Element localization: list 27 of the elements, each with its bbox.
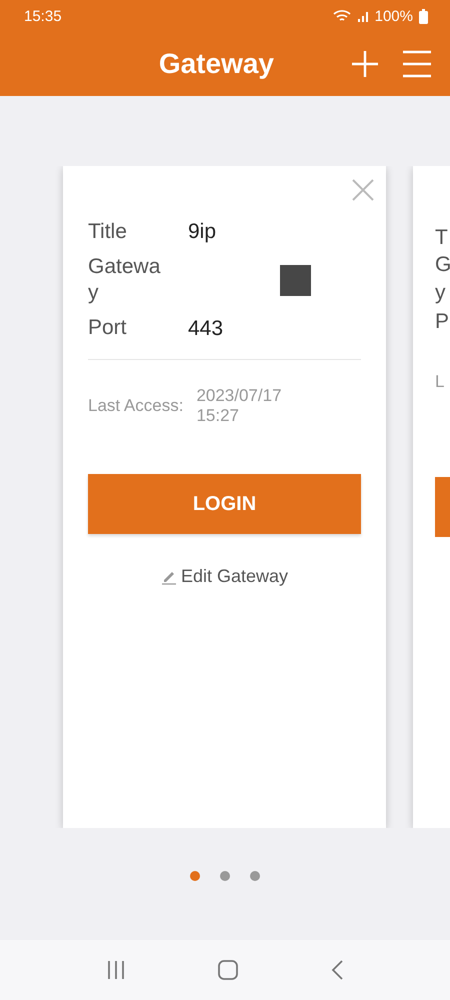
field-label: Gateway (88, 254, 162, 306)
field-label: Port (88, 315, 128, 342)
field-value: 443 (188, 316, 224, 340)
field-label: Title (88, 218, 128, 245)
back-icon[interactable] (330, 960, 344, 980)
edit-gateway-link[interactable]: Edit Gateway (160, 566, 288, 588)
app-title: Gateway (158, 48, 274, 80)
field-label: P (435, 308, 450, 335)
field-label: G (435, 252, 450, 278)
battery-icon (419, 8, 428, 24)
signal-icon (356, 10, 369, 22)
last-access-value: 2023/07/17 15:27 (196, 386, 283, 426)
page-dot[interactable] (250, 871, 260, 881)
recent-apps-icon[interactable] (106, 960, 126, 980)
status-time: 15:35 (24, 8, 62, 24)
page-dot[interactable] (190, 871, 200, 881)
last-access-label: L (435, 371, 446, 394)
battery-percent: 100% (374, 8, 413, 24)
home-icon[interactable] (218, 960, 238, 980)
field-label: y (435, 280, 446, 306)
wifi-icon (332, 9, 351, 23)
last-access-label: Last Access: (88, 396, 184, 416)
page-dot[interactable] (220, 871, 230, 881)
close-button[interactable] (351, 178, 375, 202)
square-icon (280, 264, 311, 296)
field-label: T (435, 225, 449, 251)
field-value: 9ip (188, 220, 216, 244)
